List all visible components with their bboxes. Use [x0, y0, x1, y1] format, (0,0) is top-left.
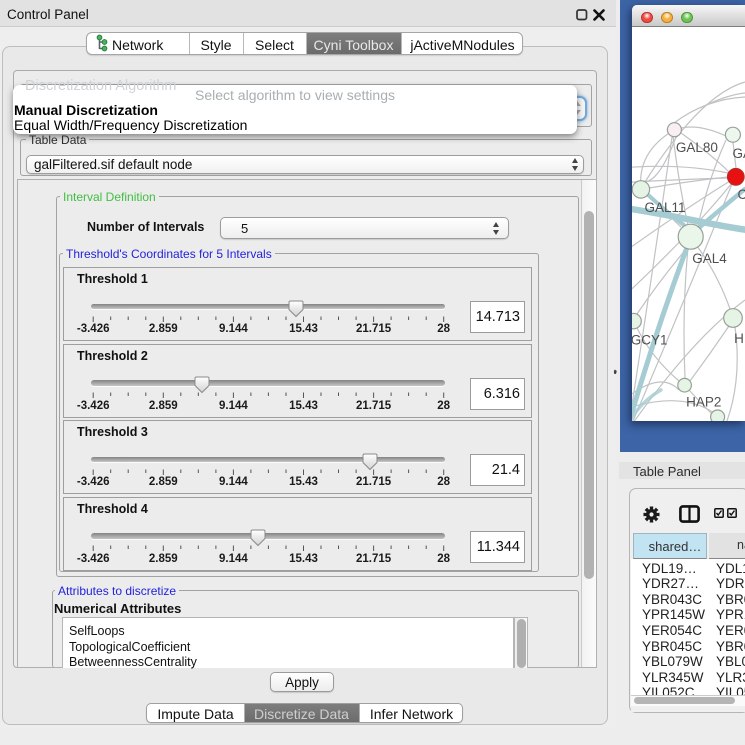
svg-text:H: H	[734, 331, 744, 346]
svg-text:HAP2: HAP2	[686, 395, 721, 410]
svg-text:GAL11: GAL11	[645, 200, 686, 215]
svg-text:GA: GA	[733, 146, 745, 161]
svg-text:GAL4: GAL4	[692, 251, 727, 266]
svg-text:C: C	[738, 187, 745, 202]
svg-text:GCY1: GCY1	[632, 333, 668, 348]
svg-text:GAL80: GAL80	[676, 140, 718, 155]
